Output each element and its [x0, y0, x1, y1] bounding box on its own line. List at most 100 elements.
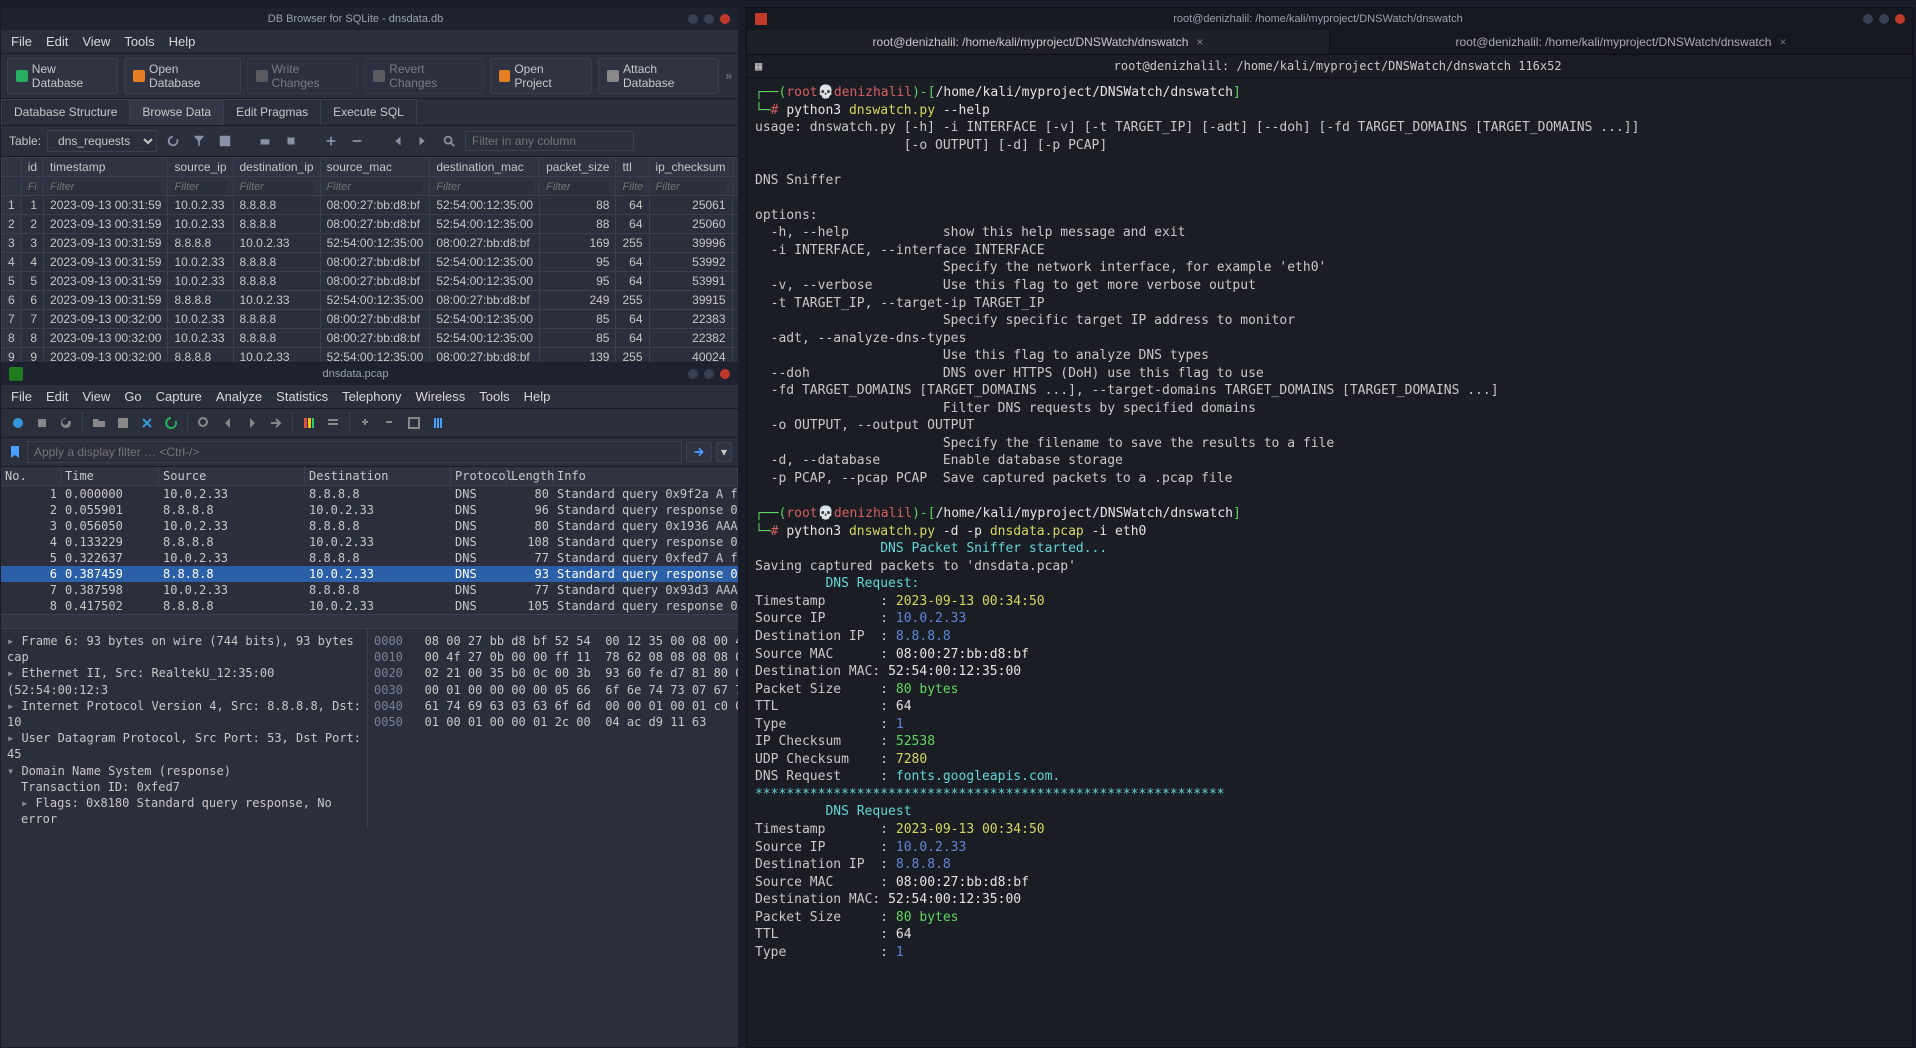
reload-icon[interactable]	[160, 412, 182, 434]
write-changes-button[interactable]: Write Changes	[247, 58, 359, 94]
table-row[interactable]: 442023-09-13 00:31:5910.0.2.338.8.8.808:…	[2, 253, 739, 272]
packet-row[interactable]: 20.0559018.8.8.810.0.2.33DNS96Standard q…	[1, 502, 738, 518]
grid-col-ip_checksum[interactable]: ip_checksum	[649, 158, 732, 177]
ws-titlebar[interactable]: dnsdata.pcap	[1, 363, 738, 385]
goto-first-icon[interactable]	[387, 131, 407, 151]
close-icon[interactable]	[720, 14, 730, 24]
ws-packet-details[interactable]: Frame 6: 93 bytes on wire (744 bits), 93…	[1, 629, 368, 828]
packet-row[interactable]: 50.32263710.0.2.338.8.8.8DNS77Standard q…	[1, 550, 738, 566]
term-body[interactable]: ┌──(root💀denizhalil)-[/home/kali/myproje…	[747, 78, 1913, 1001]
filter-destination_mac[interactable]	[436, 181, 533, 193]
restart-capture-icon[interactable]	[55, 412, 77, 434]
packet-row[interactable]: 10.00000010.0.2.338.8.8.8DNS80Standard q…	[1, 486, 738, 502]
grid-col-source_mac[interactable]: source_mac	[320, 158, 430, 177]
db-titlebar[interactable]: DB Browser for SQLite - dnsdata.db	[1, 8, 738, 30]
packet-row[interactable]: 60.3874598.8.8.810.0.2.33DNS93Standard q…	[1, 566, 738, 582]
find-icon[interactable]	[439, 131, 459, 151]
menu-view[interactable]: View	[82, 34, 110, 49]
auto-scroll-icon[interactable]	[322, 412, 344, 434]
filter-ip_checksum[interactable]	[656, 181, 726, 193]
grid-col-source_ip[interactable]: source_ip	[168, 158, 233, 177]
grid-col-timestamp[interactable]: timestamp	[44, 158, 168, 177]
packet-row[interactable]: 40.1332298.8.8.810.0.2.33DNS108Standard …	[1, 534, 738, 550]
window-controls[interactable]	[688, 369, 730, 379]
menu-help[interactable]: Help	[169, 34, 196, 49]
filter-id[interactable]	[28, 181, 37, 193]
filter-dropdown-icon[interactable]: ▾	[716, 442, 732, 462]
column-filter-input[interactable]	[465, 131, 634, 151]
maximize-icon[interactable]	[1879, 14, 1889, 24]
minimize-icon[interactable]	[688, 14, 698, 24]
zoom-reset-icon[interactable]	[403, 412, 425, 434]
goto-last-icon[interactable]	[413, 131, 433, 151]
tree-node[interactable]: Ethernet II, Src: RealtekU_12:35:00 (52:…	[7, 665, 361, 697]
table-row[interactable]: 772023-09-13 00:32:0010.0.2.338.8.8.808:…	[2, 310, 739, 329]
packet-col[interactable]: Length	[507, 467, 553, 485]
print-icon[interactable]	[255, 131, 275, 151]
tree-node[interactable]: Questions: 1	[7, 827, 361, 828]
packet-col[interactable]: Destination	[305, 467, 451, 485]
menu-help[interactable]: Help	[524, 389, 551, 404]
filter-destination_ip[interactable]	[240, 181, 314, 193]
minimize-icon[interactable]	[688, 369, 698, 379]
minimize-icon[interactable]	[1863, 14, 1873, 24]
close-file-icon[interactable]	[136, 412, 158, 434]
filter-source_ip[interactable]	[174, 181, 226, 193]
tree-node[interactable]: Frame 6: 93 bytes on wire (744 bits), 93…	[7, 633, 361, 665]
close-icon[interactable]	[720, 369, 730, 379]
table-row[interactable]: 222023-09-13 00:31:5910.0.2.338.8.8.808:…	[2, 215, 739, 234]
table-row[interactable]: 332023-09-13 00:31:598.8.8.810.0.2.3352:…	[2, 234, 739, 253]
tab-close-icon[interactable]: ×	[1196, 35, 1203, 49]
ws-packet-list[interactable]: No.TimeSourceDestinationProtocolLengthIn…	[1, 467, 738, 614]
save-file-icon[interactable]	[112, 412, 134, 434]
term-titlebar[interactable]: root@denizhalil: /home/kali/myproject/DN…	[747, 8, 1913, 30]
stop-capture-icon[interactable]	[31, 412, 53, 434]
new-database-button[interactable]: New Database	[7, 58, 118, 94]
menu-edit[interactable]: Edit	[46, 389, 68, 404]
grid-col-destination_mac[interactable]: destination_mac	[430, 158, 540, 177]
menu-capture[interactable]: Capture	[156, 389, 202, 404]
menu-statistics[interactable]: Statistics	[276, 389, 328, 404]
tree-node[interactable]: Internet Protocol Version 4, Src: 8.8.8.…	[7, 698, 361, 730]
filter-timestamp[interactable]	[50, 181, 161, 193]
refresh-icon[interactable]	[163, 131, 183, 151]
maximize-icon[interactable]	[704, 14, 714, 24]
resize-columns-icon[interactable]	[427, 412, 449, 434]
zoom-in-icon[interactable]	[355, 412, 377, 434]
apply-filter-button[interactable]	[686, 442, 712, 462]
table-row[interactable]: 662023-09-13 00:31:598.8.8.810.0.2.3352:…	[2, 291, 739, 310]
open-database-button[interactable]: Open Database	[124, 58, 241, 94]
table-row[interactable]: 552023-09-13 00:31:5910.0.2.338.8.8.808:…	[2, 272, 739, 291]
next-packet-icon[interactable]	[241, 412, 263, 434]
tree-node[interactable]: Domain Name System (response)	[7, 763, 361, 779]
packet-row[interactable]: 80.4175028.8.8.810.0.2.33DNS105Standard …	[1, 598, 738, 614]
term-tab-1[interactable]: root@denizhalil: /home/kali/myproject/DN…	[747, 30, 1330, 54]
packet-row[interactable]: 70.38759810.0.2.338.8.8.8DNS77Standard q…	[1, 582, 738, 598]
tab-execute-sql[interactable]: Execute SQL	[320, 99, 417, 125]
colorize-icon[interactable]	[298, 412, 320, 434]
term-tab-2[interactable]: root@denizhalil: /home/kali/myproject/DN…	[1330, 30, 1913, 54]
menu-go[interactable]: Go	[124, 389, 141, 404]
find-packet-icon[interactable]	[193, 412, 215, 434]
packet-col[interactable]: Source	[159, 467, 305, 485]
prev-packet-icon[interactable]	[217, 412, 239, 434]
window-controls[interactable]	[1863, 14, 1905, 24]
clear-filter-icon[interactable]	[189, 131, 209, 151]
tab-browse-data[interactable]: Browse Data	[129, 99, 224, 125]
tree-node[interactable]: Transaction ID: 0xfed7	[7, 779, 361, 795]
packet-col[interactable]: Protocol	[451, 467, 507, 485]
table-row[interactable]: 882023-09-13 00:32:0010.0.2.338.8.8.808:…	[2, 329, 739, 348]
packet-col[interactable]: Info	[553, 467, 738, 485]
menu-edit[interactable]: Edit	[46, 34, 68, 49]
menu-wireless[interactable]: Wireless	[415, 389, 465, 404]
menu-telephony[interactable]: Telephony	[342, 389, 401, 404]
db-menubar[interactable]: File Edit View Tools Help	[1, 30, 738, 54]
ws-hex-view[interactable]: 0000 08 00 27 bb d8 bf 52 54 00 12 35 00…	[368, 629, 738, 828]
tab-close-icon[interactable]: ×	[1779, 35, 1786, 49]
copy-icon[interactable]	[281, 131, 301, 151]
menu-file[interactable]: File	[11, 389, 32, 404]
menu-tools[interactable]: Tools	[124, 34, 154, 49]
tree-node[interactable]: Flags: 0x8180 Standard query response, N…	[7, 795, 361, 827]
grid-col-packet_size[interactable]: packet_size	[540, 158, 616, 177]
maximize-icon[interactable]	[704, 369, 714, 379]
